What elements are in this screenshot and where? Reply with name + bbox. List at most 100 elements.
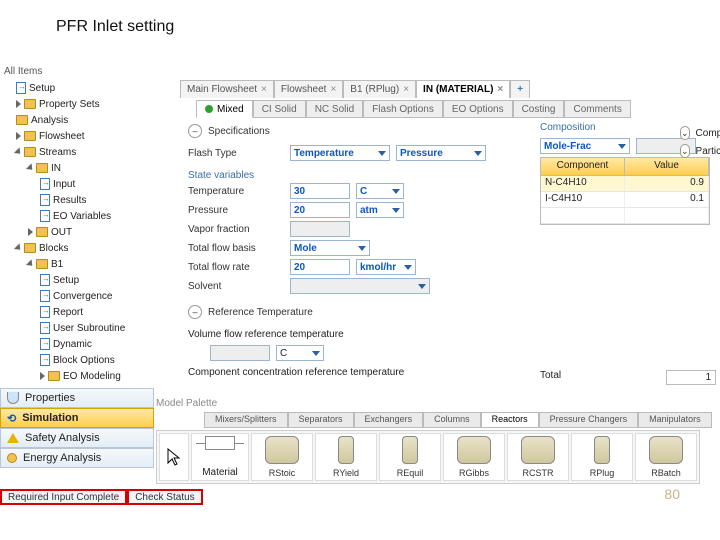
reactor-icon: [265, 436, 299, 464]
status-check[interactable]: Check Status: [127, 489, 202, 505]
tab-label: IN (MATERIAL): [423, 84, 493, 95]
palette-material[interactable]: Material: [191, 433, 249, 481]
nav-results[interactable]: Results: [0, 192, 154, 208]
collapse-icon[interactable]: ⌄: [680, 144, 690, 158]
close-icon[interactable]: ×: [261, 84, 267, 95]
flow-rate-input[interactable]: 20: [290, 259, 350, 275]
ptab-columns[interactable]: Columns: [423, 412, 481, 428]
ptab-pressure[interactable]: Pressure Changers: [539, 412, 639, 428]
tab-add[interactable]: +: [510, 80, 530, 98]
pressure-label: Pressure: [188, 205, 284, 216]
palette-ryield[interactable]: RYield: [315, 433, 377, 481]
subtab-mixed[interactable]: Mixed: [196, 100, 253, 118]
palette-rcstr[interactable]: RCSTR: [507, 433, 569, 481]
flash-type-1-dropdown[interactable]: Temperature: [290, 145, 390, 161]
subtab-cisolid[interactable]: CI Solid: [253, 100, 306, 118]
chevron-down-icon: [312, 351, 320, 356]
pressure-input[interactable]: 20: [290, 202, 350, 218]
table-row-empty[interactable]: [541, 208, 709, 224]
dd-value: Pressure: [400, 148, 443, 159]
palette-label: Material: [202, 467, 238, 478]
nav-b1-setup[interactable]: Setup: [0, 272, 154, 288]
simulation-icon: ⟲: [7, 412, 16, 425]
nav-b1-usersub[interactable]: User Subroutine: [0, 320, 154, 336]
table-row[interactable]: I-C4H10 0.1: [541, 192, 709, 208]
subtab-comments[interactable]: Comments: [564, 100, 630, 118]
tab-label: Main Flowsheet: [187, 84, 257, 95]
composition-basis-dropdown[interactable]: Mole-Frac: [540, 138, 630, 154]
nav-streams[interactable]: Streams: [0, 144, 154, 160]
nav-stream-out[interactable]: OUT: [0, 224, 154, 240]
dd-value: C: [280, 348, 287, 359]
folder-icon: [24, 243, 36, 253]
flow-basis-dropdown[interactable]: Mole: [290, 240, 370, 256]
status-bar: Required Input Complete Check Status: [0, 488, 720, 506]
panel-properties[interactable]: Properties: [0, 388, 154, 408]
collapse-icon[interactable]: –: [188, 305, 202, 319]
panel-label: Properties: [25, 392, 75, 404]
tab-label: Flowsheet: [281, 84, 327, 95]
nav-b1-eomodel[interactable]: EO Modeling: [0, 368, 154, 384]
ptab-exchangers[interactable]: Exchangers: [354, 412, 424, 428]
subtab-ncsolid[interactable]: NC Solid: [306, 100, 363, 118]
nav-b1-dynamic[interactable]: Dynamic: [0, 336, 154, 352]
subtab-eoopt[interactable]: EO Options: [443, 100, 513, 118]
solvent-dropdown[interactable]: [290, 278, 430, 294]
nav-input[interactable]: Input: [0, 176, 154, 192]
close-icon[interactable]: ×: [497, 84, 503, 95]
palette-cursor[interactable]: [159, 433, 189, 481]
nav-b1-report[interactable]: Report: [0, 304, 154, 320]
nav-eo-variables[interactable]: EO Variables: [0, 208, 154, 224]
panel-safety[interactable]: Safety Analysis: [0, 428, 154, 448]
tab-main-flowsheet[interactable]: Main Flowsheet ×: [180, 80, 274, 98]
ptab-mixers[interactable]: Mixers/Splitters: [204, 412, 288, 428]
nav-flowsheet[interactable]: Flowsheet: [0, 128, 154, 144]
close-icon[interactable]: ×: [330, 84, 336, 95]
panel-simulation[interactable]: ⟲Simulation: [0, 408, 154, 428]
ptab-manipulators[interactable]: Manipulators: [638, 412, 712, 428]
nav-stream-in[interactable]: IN: [0, 160, 154, 176]
vol-ref-unit-dropdown[interactable]: C: [276, 345, 324, 361]
folder-icon: [36, 163, 48, 173]
temperature-unit-dropdown[interactable]: C: [356, 183, 404, 199]
nav-label: Dynamic: [53, 339, 92, 350]
ptab-separators[interactable]: Separators: [288, 412, 354, 428]
close-icon[interactable]: ×: [403, 84, 409, 95]
palette-rbatch[interactable]: RBatch: [635, 433, 697, 481]
palette-requil[interactable]: REquil: [379, 433, 441, 481]
status-required-input[interactable]: Required Input Complete: [0, 489, 127, 505]
nav-label: Input: [53, 179, 75, 190]
pressure-unit-dropdown[interactable]: atm: [356, 202, 404, 218]
nav-analysis[interactable]: Analysis: [0, 112, 154, 128]
nav-label: Report: [53, 307, 83, 318]
nav-setup[interactable]: Setup: [0, 80, 154, 96]
collapse-icon[interactable]: ⌄: [680, 126, 690, 140]
nav-block-b1[interactable]: B1: [0, 256, 154, 272]
tab-label: B1 (RPlug): [350, 84, 399, 95]
table-row[interactable]: N-C4H10 0.9: [541, 176, 709, 192]
ptab-reactors[interactable]: Reactors: [481, 412, 539, 428]
nav-label: Flowsheet: [39, 131, 85, 142]
panel-energy[interactable]: Energy Analysis: [0, 448, 154, 468]
tab-b1[interactable]: B1 (RPlug) ×: [343, 80, 416, 98]
palette-rgibbs[interactable]: RGibbs: [443, 433, 505, 481]
flash-type-2-dropdown[interactable]: Pressure: [396, 145, 486, 161]
collapse-icon[interactable]: –: [188, 124, 202, 138]
nav-b1-convergence[interactable]: Convergence: [0, 288, 154, 304]
reactor-icon: [649, 436, 683, 464]
temperature-input[interactable]: 30: [290, 183, 350, 199]
nav-b1-blockopts[interactable]: Block Options: [0, 352, 154, 368]
tab-in-material[interactable]: IN (MATERIAL) ×: [416, 80, 510, 98]
flow-rate-unit-dropdown[interactable]: kmol/hr: [356, 259, 416, 275]
nav-blocks[interactable]: Blocks: [0, 240, 154, 256]
tab-flowsheet[interactable]: Flowsheet×: [274, 80, 343, 98]
subtab-flashopt[interactable]: Flash Options: [363, 100, 443, 118]
palette-rplug[interactable]: RPlug: [571, 433, 633, 481]
palette-rstoic[interactable]: RStoic: [251, 433, 313, 481]
nav-property-sets[interactable]: Property Sets: [0, 96, 154, 112]
conc-ref-label: Component concentration reference temper…: [188, 367, 404, 378]
palette-label: RBatch: [651, 468, 681, 478]
subtab-costing[interactable]: Costing: [513, 100, 565, 118]
nav-label: Results: [53, 195, 86, 206]
group-state-variables: State variables: [188, 170, 536, 181]
